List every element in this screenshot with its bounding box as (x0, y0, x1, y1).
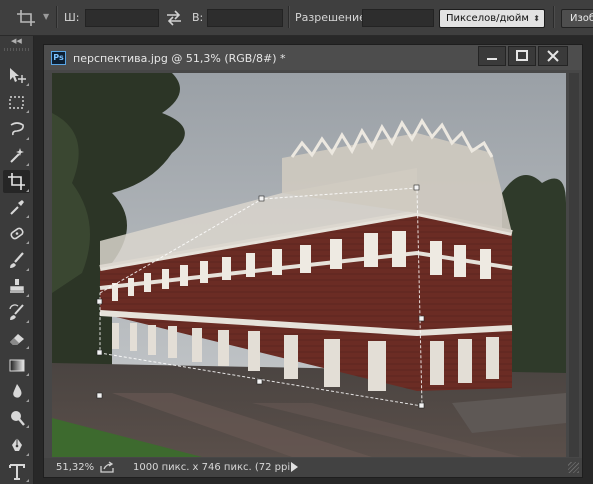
vertical-scrollbar[interactable] (569, 73, 579, 457)
history-brush-icon[interactable] (3, 301, 30, 324)
rect-marquee-icon[interactable] (3, 91, 30, 114)
eraser-icon[interactable] (3, 327, 30, 350)
image-canvas[interactable] (52, 73, 566, 457)
document-window: Ps перспектива.jpg @ 51,3% (RGB/8#) * 51… (43, 44, 583, 478)
blur-icon[interactable] (3, 380, 30, 403)
height-field[interactable] (207, 9, 283, 27)
brush-icon[interactable] (3, 249, 30, 272)
document-info: 1000 пикс. x 746 пикс. (72 ppi) (133, 462, 295, 473)
dodge-icon[interactable] (3, 406, 30, 429)
close-icon (547, 50, 559, 62)
minimize-icon (487, 58, 497, 60)
swap-dimensions-icon[interactable] (165, 9, 183, 27)
eyedropper-icon[interactable] (3, 196, 30, 219)
document-titlebar[interactable]: Ps перспектива.jpg @ 51,3% (RGB/8#) * (44, 45, 582, 70)
zoom-level[interactable]: 51,32% (56, 462, 94, 473)
document-title: перспектива.jpg @ 51,3% (RGB/8#) * (73, 52, 286, 65)
healing-brush-icon[interactable] (3, 222, 30, 245)
close-button[interactable] (538, 46, 568, 66)
pen-icon[interactable] (3, 434, 30, 457)
status-bar: 51,32% 1000 пикс. x 746 пикс. (72 ppi) (44, 458, 582, 477)
width-field[interactable] (85, 9, 159, 27)
resolution-field[interactable] (362, 9, 434, 27)
toolbox: ◀◀ (0, 36, 34, 484)
divider (288, 6, 290, 28)
minimize-button[interactable] (478, 46, 506, 66)
type-icon[interactable] (3, 460, 30, 483)
divider (553, 6, 555, 28)
photoshop-doc-icon: Ps (51, 51, 66, 65)
crop-tool-preset-icon[interactable] (15, 9, 37, 27)
options-bar: ▼ Ш: В: Разрешение: Пикселов/дюйм ⬍ Изоб (0, 0, 593, 36)
image-button[interactable]: Изоб (561, 9, 593, 28)
collapse-panel-icon[interactable]: ◀◀ (11, 37, 22, 45)
resolution-label: Разрешение: (295, 11, 370, 24)
share-icon[interactable] (100, 461, 115, 473)
select-arrows-icon: ⬍ (533, 14, 540, 23)
resize-grip-icon[interactable] (568, 462, 579, 473)
magic-wand-icon[interactable] (3, 144, 30, 167)
toolbox-grip[interactable] (4, 48, 29, 51)
crop-icon[interactable] (3, 170, 30, 193)
move-tool-icon[interactable] (3, 64, 30, 87)
photo-building (52, 73, 566, 457)
preset-dropdown-arrow-icon[interactable]: ▼ (43, 12, 49, 21)
gradient-icon[interactable] (3, 354, 30, 377)
maximize-button[interactable] (508, 46, 536, 66)
maximize-icon (516, 50, 528, 61)
resolution-units-select[interactable]: Пикселов/дюйм ⬍ (439, 9, 545, 28)
height-label: В: (192, 11, 204, 24)
divider (56, 6, 58, 28)
lasso-icon[interactable] (3, 118, 30, 141)
width-label: Ш: (64, 11, 80, 24)
units-selected-label: Пикселов/дюйм (446, 13, 529, 24)
status-menu-arrow-icon[interactable] (291, 462, 298, 472)
clone-stamp-icon[interactable] (3, 275, 30, 298)
